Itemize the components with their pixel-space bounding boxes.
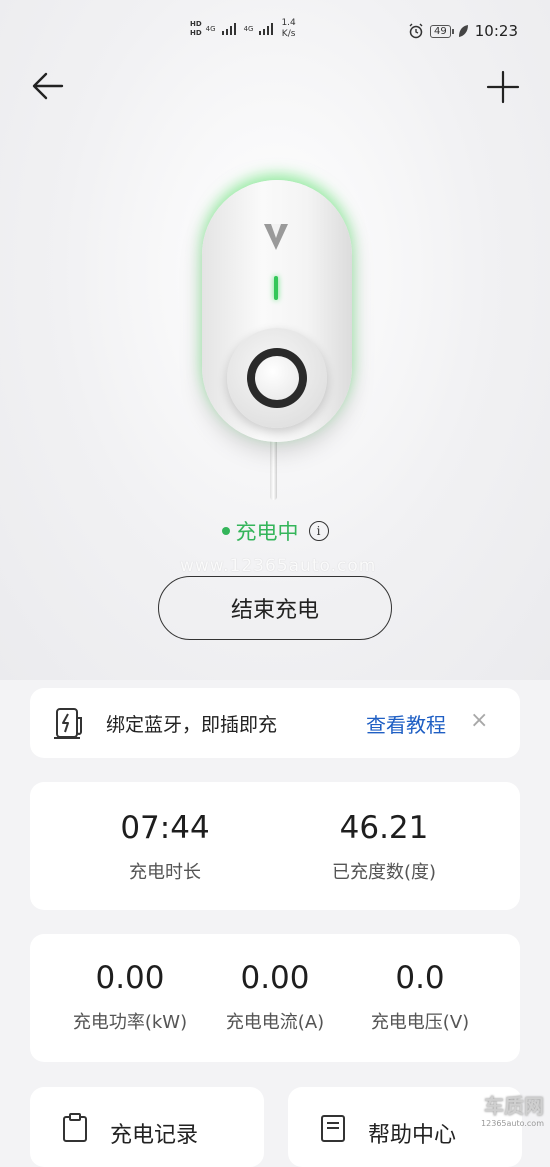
stat-charging-duration: 07:44 充电时长 [75,810,255,884]
status-dot [221,527,230,535]
stat-value: 0.0 [395,960,445,996]
hd-label-2: HD [190,29,202,37]
watermark: www.12365auto.com [180,556,377,576]
view-tutorial-link[interactable]: 查看教程 [366,709,446,738]
status-left: HD HD 4G 4G 1.4 K/s [190,18,296,40]
info-icon[interactable]: i [308,521,329,541]
corner-logo-text: 车质网 [484,1094,544,1118]
charging-records-label: 充电记录 [110,1123,199,1148]
help-center-label: 帮助中心 [368,1123,457,1148]
stat-value: 0.00 [95,960,165,996]
help-document-icon [321,1115,345,1142]
stat-label: 充电时长 [129,862,201,883]
socket-button [255,356,299,400]
signal-icon [257,23,277,35]
corner-logo-url: 12365auto.com [481,1119,544,1128]
speed-value: 1.4 [281,18,296,28]
charging-stats-card: 07:44 充电时长 46.21 已充度数(度) [30,782,520,910]
stat-value: 0.00 [240,960,310,996]
stat-value: 46.21 [339,810,429,846]
network-speed: 1.4 K/s [281,18,295,40]
end-charging-button[interactable]: 结束充电 [158,576,392,640]
bluetooth-banner-text: 绑定蓝牙，即插即充 [106,714,278,736]
stat-value: 07:44 [120,810,210,846]
leaf-icon [458,25,468,37]
charger-socket [227,328,327,428]
stat-label: 充电电流(A) [225,1012,325,1033]
stat-voltage: 0.0 充电电压(V) [350,960,490,1034]
charging-records-button[interactable]: 充电记录 [30,1087,264,1167]
hd-label-1: HD [190,20,202,28]
clock: 10:23 [474,22,518,40]
stat-label: 已充度数(度) [331,862,437,883]
charger-body [202,180,352,442]
electrical-stats-card: 0.00 充电功率(kW) 0.00 充电电流(A) 0.0 充电电压(V) [30,934,520,1062]
stat-current: 0.00 充电电流(A) [205,960,345,1034]
status-bar: HD HD 4G 4G 1.4 K/s 49 10:23 [0,0,550,62]
brand-logo-icon [264,224,288,250]
corner-watermark-logo: 车质网 12365auto.com [481,1090,544,1128]
stat-power: 0.00 充电功率(kW) [60,960,200,1034]
records-icon [63,1113,87,1142]
alarm-icon [409,23,423,39]
charging-station-icon [54,708,82,739]
status-text: 充电中 [235,520,299,544]
signal-icon [220,23,240,35]
stat-energy-charged: 46.21 已充度数(度) [294,810,474,884]
network-label-2: 4G [243,25,254,33]
stat-label: 充电功率(kW) [72,1012,188,1033]
close-icon[interactable]: × [470,708,488,733]
back-arrow-icon[interactable] [30,68,66,104]
status-right: 49 10:23 [408,22,518,40]
battery-icon: 49 [430,24,454,38]
charger-illustration [192,180,362,510]
bluetooth-banner: 绑定蓝牙，即插即充 查看教程 × [30,688,520,758]
charging-status: 充电中 i [0,516,550,546]
add-icon[interactable] [486,70,520,104]
charging-led [274,276,278,300]
network-label-1: 4G [205,25,216,33]
hd-indicators: HD HD [190,20,202,38]
speed-unit: K/s [281,29,296,39]
stat-label: 充电电压(V) [370,1012,470,1033]
socket-ring [247,348,307,408]
